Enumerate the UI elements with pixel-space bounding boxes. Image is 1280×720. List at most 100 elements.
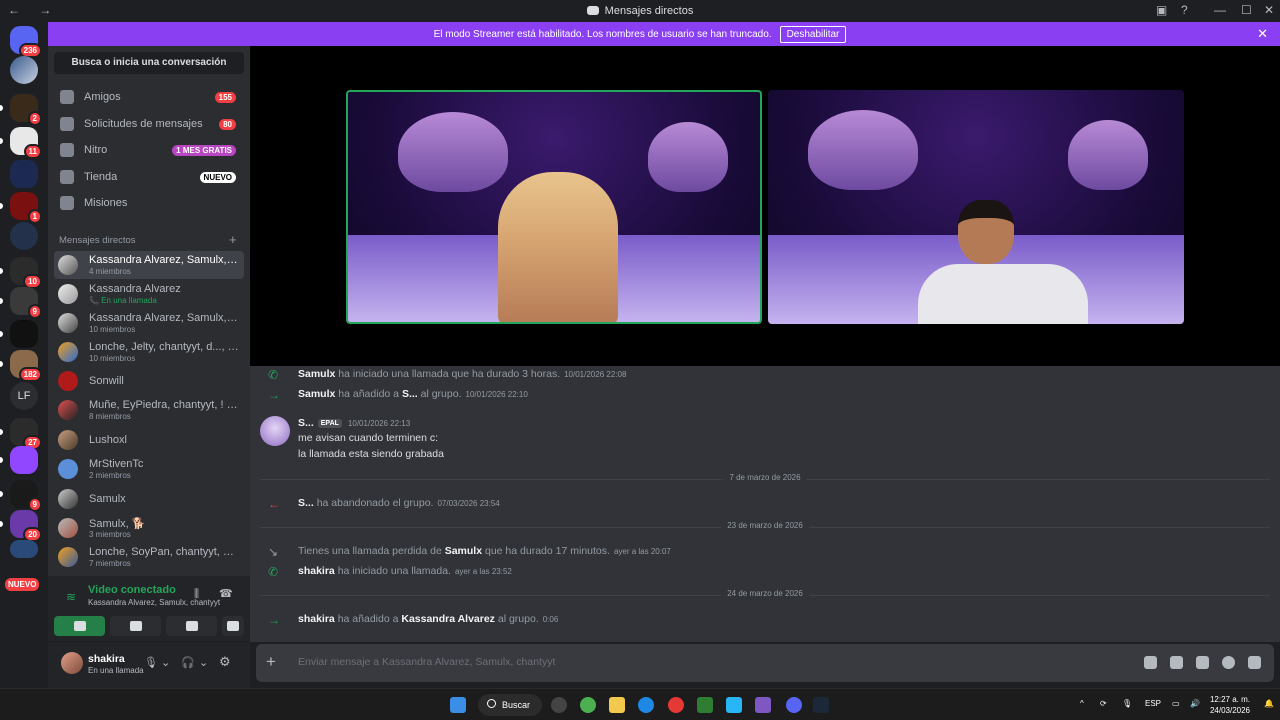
dm-item[interactable]: MrStivenTc 2 miembros: [54, 455, 244, 483]
author[interactable]: shakira: [298, 613, 335, 625]
guild-icon[interactable]: 10: [0, 257, 42, 289]
apps-icon[interactable]: [1248, 656, 1261, 669]
author[interactable]: Samulx: [298, 368, 335, 380]
nav-message-requests[interactable]: Solicitudes de mensajes 80: [54, 112, 244, 136]
dm-item[interactable]: Samulx, 🐕 3 miembros: [54, 514, 244, 542]
guild-icon[interactable]: 1: [0, 192, 42, 224]
guild-icon[interactable]: 20: [0, 510, 42, 542]
home-button[interactable]: 236: [10, 26, 42, 58]
timestamp: 0:06: [542, 615, 559, 624]
nav-shop[interactable]: Tienda NUEVO: [54, 165, 244, 189]
photos-icon[interactable]: [726, 697, 742, 713]
dm-item[interactable]: Lonche, SoyPan, chantyyt, Willi... 7 miem…: [54, 543, 244, 571]
dm-item[interactable]: Lonche, Jelty, chantyyt, d..., Sa... 10 m…: [54, 338, 244, 366]
timestamp: 10/01/2026 22:08: [564, 370, 627, 379]
close-window-icon[interactable]: ✕: [1264, 3, 1274, 17]
xbox-icon[interactable]: [697, 697, 713, 713]
dm-item[interactable]: Kassandra Alvarez, Samulx, B... 10 miembr…: [54, 309, 244, 337]
dm-item[interactable]: Kassandra Alvarez, Samulx, cha...4 miemb…: [54, 251, 244, 279]
author[interactable]: Samulx: [298, 388, 335, 400]
guild-icon[interactable]: [10, 56, 38, 84]
target-user[interactable]: S...: [402, 388, 418, 400]
disconnect-icon[interactable]: ☎: [219, 587, 233, 600]
dm-item[interactable]: Kassandra Alvarez 📞 En una llamada: [54, 280, 244, 308]
microphone-icon[interactable]: 🎙: [1122, 699, 1132, 708]
attach-plus-icon[interactable]: +: [266, 652, 276, 672]
create-dm-icon[interactable]: +: [229, 232, 237, 247]
guild-icon[interactable]: [10, 160, 38, 188]
guild-icon[interactable]: [10, 222, 38, 250]
guild-icon[interactable]: [10, 540, 38, 558]
screen-share-button[interactable]: [110, 616, 161, 636]
file-explorer-icon[interactable]: [609, 697, 625, 713]
signal-icon[interactable]: ≋: [66, 590, 76, 604]
chevron-down-icon[interactable]: ⌄: [199, 656, 208, 669]
network-icon[interactable]: ▭: [1172, 699, 1180, 708]
settings-gear-icon[interactable]: ⚙: [219, 654, 231, 670]
steam-icon[interactable]: [813, 697, 829, 713]
tray-chevron-icon[interactable]: ^: [1080, 699, 1084, 708]
message-input[interactable]: Enviar mensaje a Kassandra Alvarez, Samu…: [298, 656, 555, 668]
edge-icon[interactable]: [638, 697, 654, 713]
dm-item[interactable]: Lushoxl: [54, 426, 244, 454]
nav-friends[interactable]: Amigos 155: [54, 85, 244, 109]
guild-icon[interactable]: 2: [0, 94, 42, 126]
camera-button[interactable]: [54, 616, 105, 636]
author[interactable]: shakira: [298, 565, 335, 577]
disable-streamer-button[interactable]: Deshabilitar: [779, 25, 847, 43]
guild-icon[interactable]: 9: [0, 480, 42, 512]
guild-icon[interactable]: 182: [0, 350, 42, 382]
inbox-icon[interactable]: ▣: [1156, 3, 1167, 17]
start-menu-icon[interactable]: [450, 697, 466, 713]
discord-icon[interactable]: [786, 697, 802, 713]
message-text: ha añadido a: [338, 388, 400, 400]
language-indicator[interactable]: ESP: [1145, 699, 1161, 708]
help-icon[interactable]: ?: [1181, 3, 1188, 17]
author[interactable]: S...: [298, 417, 314, 429]
nav-nitro[interactable]: Nitro 1 MES GRATIS: [54, 138, 244, 162]
dm-item[interactable]: Sonwill: [54, 367, 244, 395]
app-icon[interactable]: [551, 697, 567, 713]
gif-icon[interactable]: [1170, 656, 1183, 669]
taskbar-search[interactable]: Buscar: [478, 694, 542, 716]
author[interactable]: Samulx: [445, 545, 482, 557]
avatar[interactable]: [260, 416, 290, 446]
author[interactable]: S...: [298, 497, 314, 509]
twitch-guild-icon[interactable]: [0, 446, 38, 474]
user-avatar[interactable]: [61, 652, 83, 674]
guild-icon[interactable]: 9: [0, 287, 42, 319]
soundboard-button[interactable]: [222, 616, 244, 636]
guild-icon[interactable]: 27: [0, 418, 42, 450]
search-conversation-button[interactable]: Busca o inicia una conversación: [54, 52, 244, 74]
close-banner-icon[interactable]: ✕: [1257, 26, 1268, 42]
participant-video: [918, 200, 1088, 324]
target-user[interactable]: Kassandra Alvarez: [401, 613, 495, 625]
activities-button[interactable]: [166, 616, 217, 636]
gift-icon[interactable]: [1144, 656, 1157, 669]
chrome-icon[interactable]: [668, 697, 684, 713]
microphone-icon[interactable]: 🎙: [144, 656, 158, 669]
guild-icon[interactable]: 11: [0, 127, 42, 159]
chrome-icon[interactable]: [580, 697, 596, 713]
guild-badge: 9: [27, 304, 42, 319]
video-tile[interactable]: [768, 90, 1184, 324]
headphones-icon[interactable]: 🎧: [181, 656, 195, 669]
notifications-icon[interactable]: 🔔: [1264, 699, 1274, 708]
copilot-icon[interactable]: [755, 697, 771, 713]
minimize-icon[interactable]: —: [1214, 3, 1226, 17]
emoji-icon[interactable]: [1222, 656, 1235, 669]
soundboard-icon: [227, 621, 239, 631]
volume-icon[interactable]: 🔊: [1190, 699, 1200, 708]
guild-icon[interactable]: [0, 320, 38, 348]
chevron-down-icon[interactable]: ⌄: [161, 656, 170, 669]
sync-icon[interactable]: ⟳: [1100, 699, 1107, 708]
dm-item[interactable]: Samulx: [54, 485, 244, 513]
maximize-icon[interactable]: ☐: [1241, 3, 1252, 17]
sticker-icon[interactable]: [1196, 656, 1209, 669]
dm-item[interactable]: Muñe, EyPiedra, chantyyt, ! JU... 8 miemb…: [54, 396, 244, 424]
clock[interactable]: 12:27 a. m. 24/03/2026: [1210, 694, 1250, 716]
nav-quests[interactable]: Misiones: [54, 191, 244, 215]
noise-suppression-icon[interactable]: ⫼: [194, 588, 199, 601]
guild-lf[interactable]: LF: [10, 382, 38, 410]
video-tile[interactable]: [346, 90, 762, 324]
